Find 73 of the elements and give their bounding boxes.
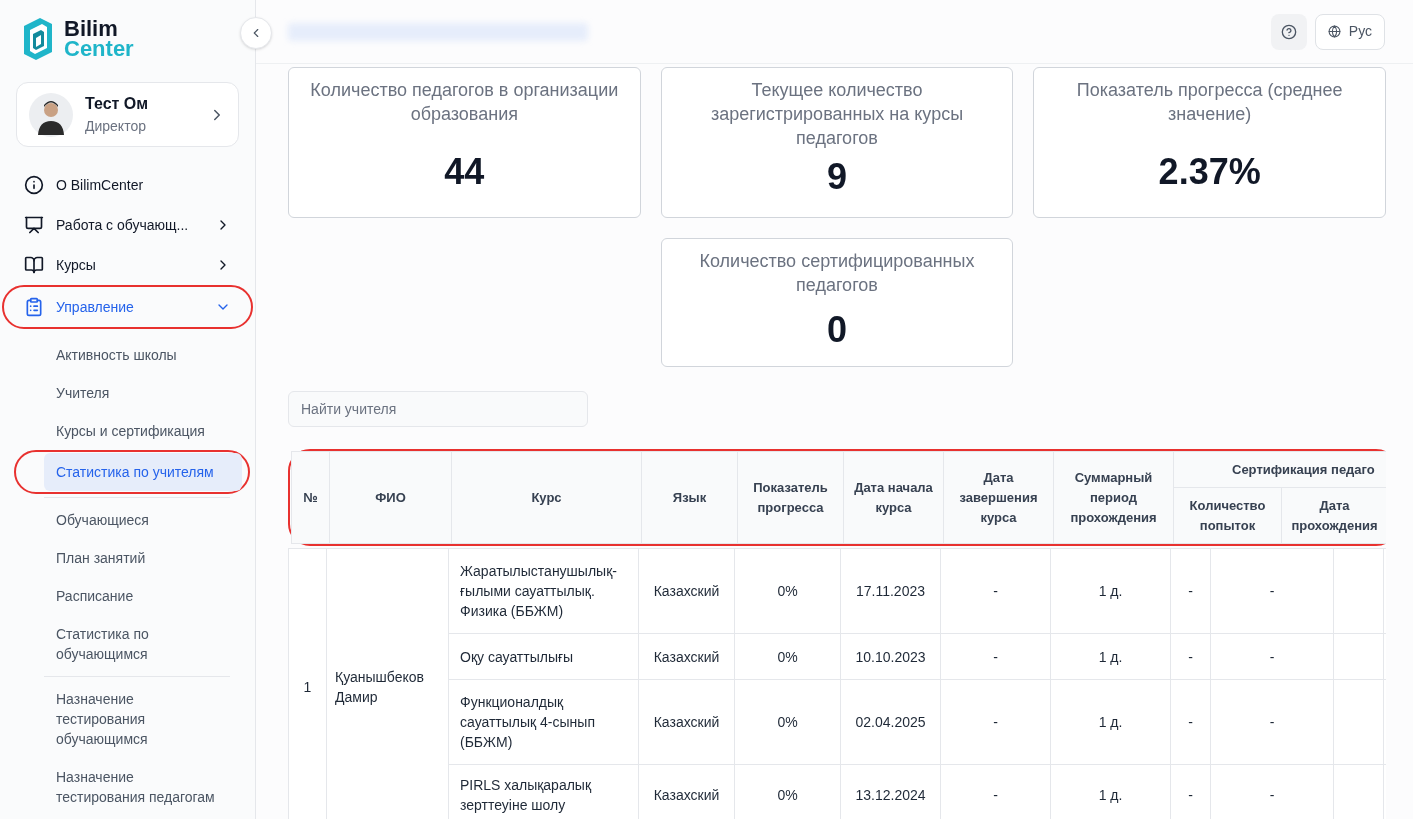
nav-item[interactable]: О BilimCenter — [16, 165, 239, 205]
table-cell: - — [1210, 548, 1334, 634]
table-cell: Оқу сауаттылығы — [448, 633, 639, 680]
logo-text: Center — [64, 39, 134, 59]
submenu-item[interactable]: Назначение тестирования обучающимся — [44, 680, 230, 758]
table-cell: 1 д. — [1050, 548, 1171, 634]
table-cell: 0% — [734, 633, 841, 680]
clipboard-list-icon — [24, 297, 44, 317]
profile-card[interactable]: Тест Ом Директор — [16, 82, 239, 147]
table-cell: 1 — [288, 548, 327, 819]
submenu-item[interactable]: Учителя — [44, 374, 242, 412]
nav-item[interactable]: Работа с обучающ... — [16, 205, 239, 245]
column-header: Дата завершения курса — [943, 451, 1054, 544]
table-cell: 0% — [734, 548, 841, 634]
table-cell: 0% — [734, 679, 841, 765]
submenu-item[interactable]: Статистика по учителям — [44, 453, 242, 491]
avatar — [29, 92, 73, 137]
column-header: № — [291, 451, 330, 544]
stat-value: 2.37% — [1158, 150, 1261, 194]
column-header: Язык — [641, 451, 738, 544]
table-cell: - — [940, 633, 1051, 680]
table-cell: 02.04.2025 — [840, 679, 941, 765]
submenu-item[interactable]: Активность школы — [44, 336, 242, 374]
table-cell: - — [1170, 679, 1211, 765]
table-cell: - — [1170, 633, 1211, 680]
help-icon — [1280, 23, 1297, 40]
search-field[interactable]: Найти учителя — [288, 391, 588, 427]
column-header: Показатель прогресса — [737, 451, 844, 544]
profile-role: Директор — [85, 116, 147, 136]
info-icon — [24, 175, 44, 195]
help-button[interactable] — [1270, 13, 1307, 50]
submenu-item[interactable]: Назначение тестирования педагогам — [44, 758, 230, 816]
logo-text: Bilim — [64, 19, 119, 39]
book-icon — [24, 255, 44, 275]
column-header: Суммарный период прохождения — [1053, 451, 1174, 544]
stat-label: Текущее количество зарегистрированных на курсы педагогов — [709, 79, 965, 150]
column-header: Курс — [451, 451, 642, 544]
table-cell: - — [1210, 633, 1334, 680]
submenu-item[interactable]: Курсы и сертификация — [44, 412, 242, 450]
table-cell: Жаратылыстанушылық-ғылыми сауаттылық. Физика (ББЖМ) — [448, 548, 639, 634]
stat-label: Показатель прогресса (среднее значение) — [1075, 79, 1344, 126]
table-cell: Функционалдық сауаттылық 4-сынып (ББЖМ) — [448, 679, 639, 765]
nav-item[interactable]: Управление — [16, 287, 239, 327]
submenu-item[interactable]: План занятий — [44, 539, 230, 577]
table-cell: 10.10.2023 — [840, 633, 941, 680]
table-cell: Казахский — [638, 679, 735, 765]
stat-value: 44 — [444, 150, 485, 194]
column-header: Дата начала курса — [843, 451, 944, 544]
table-cell: 1 д. — [1050, 679, 1171, 765]
column-header: ФИО — [329, 451, 452, 544]
table-cell: Казахский — [638, 633, 735, 680]
table-cell: 1 д. — [1050, 633, 1171, 680]
table-cell: Казахский — [638, 548, 735, 634]
presentation-board-icon — [24, 215, 44, 235]
stat-value: 9 — [826, 155, 847, 199]
nav-item[interactable]: Курсы — [16, 245, 239, 285]
language-button[interactable]: Рус — [1314, 13, 1385, 50]
stat-value: 0 — [826, 308, 847, 352]
table-cell: Қуанышбеков Дамир — [326, 548, 449, 819]
table-cell: - — [940, 679, 1051, 765]
submenu-item[interactable]: Расписание — [44, 577, 230, 615]
globe-icon — [1327, 25, 1341, 38]
column-group-header: Сертификация педаго — [1173, 451, 1386, 488]
stat-label: Количество педагогов в организации образования — [309, 79, 620, 126]
table-cell: 17.11.2023 — [840, 548, 941, 634]
table-cell: - — [1210, 679, 1334, 765]
table-cell: - — [940, 548, 1051, 634]
stat-label: Количество сертифицированных педагогов — [698, 250, 976, 297]
column-header: Количество попыток — [1173, 487, 1282, 544]
submenu-item[interactable]: Статистика по обучающимся — [44, 615, 230, 673]
table-cell: - — [1170, 548, 1211, 634]
submenu-item[interactable]: Обучающиеся — [44, 501, 230, 539]
profile-name: Тест Ом — [85, 93, 150, 114]
